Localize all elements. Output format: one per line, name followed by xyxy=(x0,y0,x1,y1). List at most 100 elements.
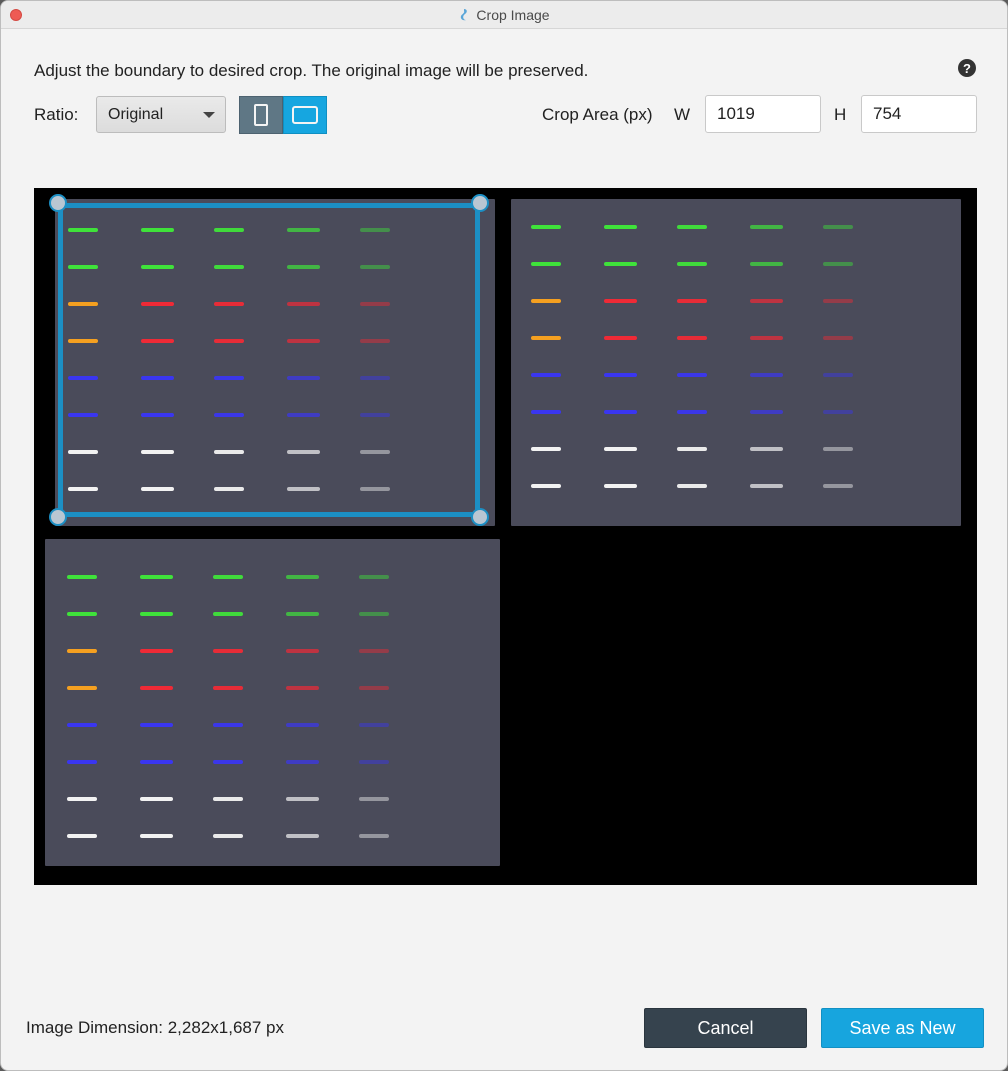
blot-spot xyxy=(531,447,561,451)
crop-handle-top-left[interactable] xyxy=(49,194,67,212)
blot-spot xyxy=(360,228,390,232)
blot-spot xyxy=(750,484,783,488)
instructions-text: Adjust the boundary to desired crop. The… xyxy=(34,61,589,80)
blot-spot xyxy=(823,262,853,266)
blot-spot xyxy=(531,262,561,266)
blot-spot xyxy=(214,413,244,417)
blot-spot xyxy=(604,373,637,377)
blot-spot xyxy=(140,723,173,727)
blot-spot xyxy=(359,834,389,838)
blot-spot xyxy=(750,299,783,303)
blot-spot xyxy=(360,413,390,417)
blot-spot xyxy=(750,225,783,229)
blot-spot xyxy=(823,225,853,229)
width-input[interactable] xyxy=(705,95,821,133)
blot-spot xyxy=(141,339,174,343)
blot-spot xyxy=(677,410,707,414)
blot-spot xyxy=(68,487,98,491)
blot-spot xyxy=(360,339,390,343)
blot-spot xyxy=(823,447,853,451)
blot-spot xyxy=(750,447,783,451)
portrait-orientation-icon xyxy=(254,104,268,126)
blot-spot xyxy=(287,339,320,343)
blot-spot xyxy=(286,575,319,579)
blot-spot xyxy=(67,649,97,653)
blot-spot xyxy=(214,450,244,454)
blot-spot xyxy=(141,302,174,306)
blot-spot xyxy=(214,265,244,269)
blot-spot xyxy=(68,376,98,380)
blot-spot xyxy=(214,376,244,380)
crop-handle-bottom-right[interactable] xyxy=(471,508,489,526)
blot-spot xyxy=(140,612,173,616)
blot-membrane xyxy=(45,539,500,866)
blot-spot xyxy=(140,686,173,690)
blot-spot xyxy=(677,336,707,340)
blot-spot xyxy=(287,228,320,232)
ratio-dropdown[interactable]: Original xyxy=(96,96,226,133)
blot-spot xyxy=(286,649,319,653)
save-as-new-button[interactable]: Save as New xyxy=(821,1008,984,1048)
blot-spot xyxy=(286,723,319,727)
blot-spot xyxy=(287,376,320,380)
close-window-button[interactable] xyxy=(10,9,22,21)
title-bar: Crop Image xyxy=(1,1,1007,29)
blot-membrane xyxy=(55,199,495,526)
blot-spot xyxy=(214,487,244,491)
blot-spot xyxy=(604,225,637,229)
blot-spot xyxy=(68,265,98,269)
blot-spot xyxy=(287,265,320,269)
blot-spot xyxy=(286,760,319,764)
blot-spot xyxy=(140,797,173,801)
blot-spot xyxy=(213,649,243,653)
blot-spot xyxy=(140,760,173,764)
portrait-orientation-button[interactable] xyxy=(239,96,283,134)
blot-spot xyxy=(360,487,390,491)
blot-spot xyxy=(140,575,173,579)
help-icon[interactable]: ? xyxy=(958,59,976,77)
blot-spot xyxy=(68,450,98,454)
blot-spot xyxy=(213,834,243,838)
blot-spot xyxy=(359,760,389,764)
crop-handle-bottom-left[interactable] xyxy=(49,508,67,526)
blot-spot xyxy=(213,760,243,764)
image-canvas[interactable] xyxy=(34,188,977,885)
height-input[interactable] xyxy=(861,95,977,133)
blot-spot xyxy=(604,447,637,451)
blot-spot xyxy=(677,484,707,488)
blot-spot xyxy=(359,686,389,690)
blot-spot xyxy=(67,834,97,838)
blot-spot xyxy=(359,649,389,653)
blot-spot xyxy=(531,336,561,340)
blot-spot xyxy=(823,373,853,377)
ratio-selected-value: Original xyxy=(108,105,164,123)
app-logo-icon xyxy=(461,8,468,20)
chevron-down-icon xyxy=(203,112,215,118)
blot-spot xyxy=(141,487,174,491)
blot-spot xyxy=(214,228,244,232)
blot-spot xyxy=(141,228,174,232)
crop-handle-top-right[interactable] xyxy=(471,194,489,212)
blot-spot xyxy=(750,262,783,266)
blot-spot xyxy=(823,410,853,414)
blot-spot xyxy=(67,612,97,616)
blot-spot xyxy=(604,410,637,414)
blot-spot xyxy=(214,302,244,306)
crop-area-label: Crop Area (px) xyxy=(542,105,653,124)
blot-spot xyxy=(287,487,320,491)
blot-spot xyxy=(604,262,637,266)
landscape-orientation-button[interactable] xyxy=(283,96,327,134)
blot-spot xyxy=(750,373,783,377)
blot-spot xyxy=(531,410,561,414)
blot-spot xyxy=(604,336,637,340)
cancel-button[interactable]: Cancel xyxy=(644,1008,807,1048)
blot-spot xyxy=(359,612,389,616)
blot-spot xyxy=(823,484,853,488)
blot-spot xyxy=(214,339,244,343)
blot-spot xyxy=(141,413,174,417)
blot-spot xyxy=(287,302,320,306)
blot-spot xyxy=(213,797,243,801)
blot-spot xyxy=(823,336,853,340)
orientation-toggle xyxy=(239,96,327,134)
blot-spot xyxy=(67,575,97,579)
